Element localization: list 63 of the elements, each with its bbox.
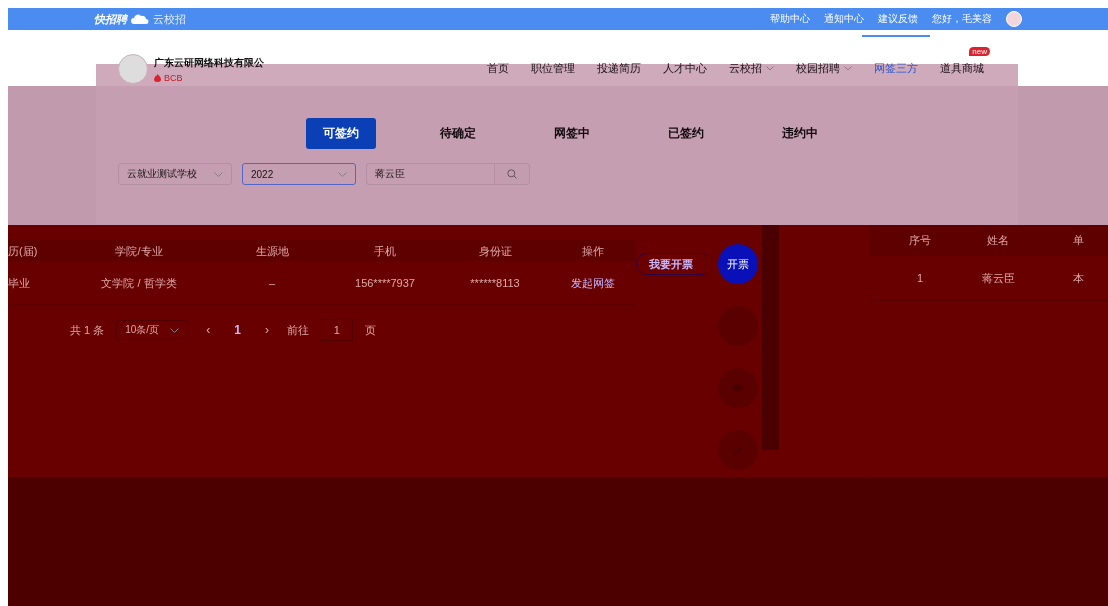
active-tab-indicator [862,35,930,37]
table-cell-text: 毕业 [8,275,31,291]
logo-text: 快招聘 [94,11,127,27]
nav-item[interactable]: 校园招聘 [796,61,852,76]
page-suffix: 页 [364,322,376,338]
status-tab[interactable]: 待确定 [426,118,490,149]
table-cell-text: 文学院 / 哲学类 [100,275,178,291]
status-tab[interactable]: 违约中 [768,118,832,149]
caret-icon [170,327,180,333]
company-logo-icon [118,54,148,84]
caret-icon [214,171,223,177]
search-field[interactable]: 蒋云臣 [366,163,494,185]
new-badge: new [969,47,990,56]
table-cell-text: ******8113 [469,277,521,289]
total-count: 共 1 条 [70,322,105,338]
prev-page-button[interactable]: ‹ [200,322,217,338]
column-header: 操作 [581,243,605,259]
column-header: 单 [1071,232,1085,248]
nav-item[interactable]: 投递简历 [597,61,641,76]
status-tab[interactable]: 可签约 [306,118,376,149]
invoice-button[interactable]: 我要开票 [636,253,706,275]
nav-item[interactable]: 首页 [487,61,509,76]
column-header: 手机 [373,243,397,259]
goto-label: 前往 [286,322,309,338]
avatar-icon[interactable] [1006,11,1022,27]
company-code-label: BCB [164,72,183,83]
invoice-circle-button[interactable]: 开票 [718,244,758,284]
cloud-icon [131,14,149,24]
start-signing-link[interactable]: 发起网签 [571,276,615,289]
nav-item[interactable]: 职位管理 [531,61,575,76]
column-header: 生源地 [254,243,290,259]
dropdown-field[interactable]: 云就业测试学校 [118,163,232,185]
flame-icon [154,73,161,82]
dropdown-field[interactable]: 10条/页 [116,320,189,340]
chat-button[interactable] [718,368,758,408]
table-cell-text: 156****7937 [354,277,416,289]
status-tab[interactable]: 已签约 [654,118,718,149]
logo-subtext: 云校招 [153,11,186,27]
table-cell-text: 1 [915,272,925,284]
page-number[interactable]: 1 [228,322,247,338]
nav-item[interactable]: 道具商城 [940,61,984,76]
page-input[interactable]: 1 [320,319,353,341]
caret-icon [338,171,347,177]
greeting-text: 您好，毛美容 [932,12,992,26]
dropdown-field[interactable]: 2022 [242,163,356,185]
caret-icon [844,66,852,71]
column-header: 历(届) [8,243,39,259]
search-button[interactable] [494,163,530,185]
search-icon [507,169,517,179]
nav-item[interactable]: 人才中心 [663,61,707,76]
nav-item[interactable]: 云校招 [729,61,774,76]
table-cell-text: 本 [1071,270,1085,286]
status-tab[interactable]: 网签中 [540,118,604,149]
table-cell-text: 蒋云臣 [980,270,1016,286]
table-cell-text: – [267,277,277,289]
column-header: 序号 [908,232,932,248]
edit-button[interactable] [718,430,758,470]
column-header: 身份证 [477,243,513,259]
column-header: 姓名 [986,232,1010,248]
caret-icon [766,66,774,71]
next-page-button[interactable]: › [258,322,275,338]
company-name: 广东云研网络科技有限公 [154,55,264,70]
column-header: 学院/专业 [114,243,164,259]
